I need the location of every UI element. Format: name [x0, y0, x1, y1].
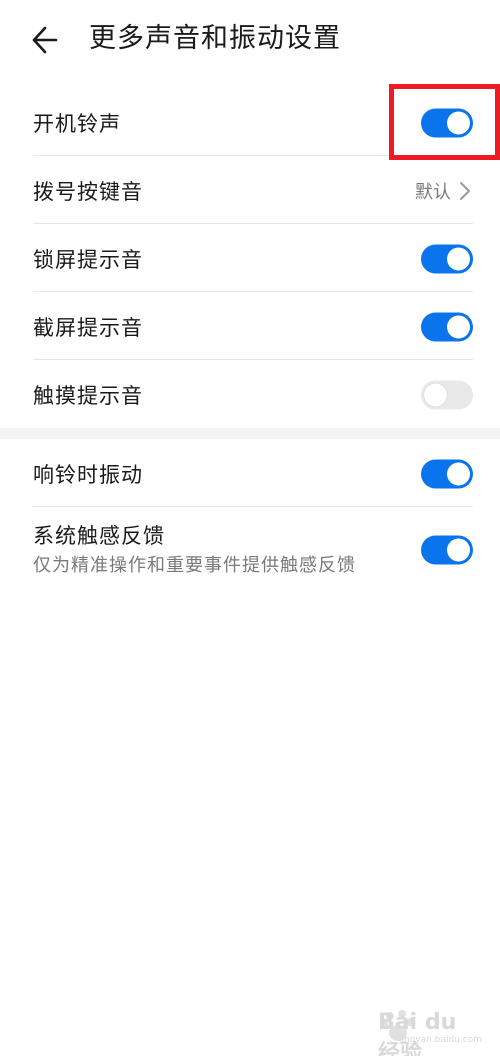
- header: 更多声音和振动设置: [0, 0, 500, 80]
- back-button[interactable]: [26, 20, 70, 60]
- setting-label: 触摸提示音: [33, 383, 143, 408]
- dial-tone-value[interactable]: 默认: [415, 179, 471, 203]
- setting-label: 系统触感反馈: [33, 524, 165, 548]
- vibrate-on-ring-toggle[interactable]: [421, 459, 473, 488]
- toggle-knob: [447, 462, 470, 485]
- setting-value: 默认: [415, 181, 451, 203]
- boot-ringtone-toggle[interactable]: [421, 108, 473, 137]
- haptic-feedback-toggle[interactable]: [421, 535, 473, 564]
- lock-sound-toggle[interactable]: [421, 244, 473, 273]
- setting-row-vibrate-on-ring[interactable]: 响铃时振动: [33, 440, 473, 507]
- page-title: 更多声音和振动设置: [89, 23, 341, 54]
- setting-label: 响铃时振动: [33, 462, 143, 487]
- divider: [33, 223, 473, 224]
- setting-row-boot-ringtone[interactable]: 开机铃声: [33, 89, 473, 156]
- divider: [33, 291, 473, 292]
- divider: [33, 359, 473, 360]
- section-separator: [0, 428, 500, 439]
- toggle-knob: [447, 315, 470, 338]
- toggle-knob: [447, 538, 470, 561]
- chevron-right-icon: [460, 181, 470, 200]
- setting-label: 拨号按键音: [33, 179, 143, 204]
- touch-sound-toggle[interactable]: [421, 380, 473, 409]
- toggle-knob: [424, 383, 447, 406]
- setting-row-screenshot-sound[interactable]: 截屏提示音: [33, 293, 473, 360]
- setting-label: 锁屏提示音: [33, 247, 143, 272]
- watermark-subtext: jingyan.baidu.com: [398, 1035, 482, 1045]
- watermark-logo: Bai du 经验 jingyan.baidu.com: [378, 1008, 488, 1056]
- setting-sublabel: 仅为精准操作和重要事件提供触感反馈: [33, 555, 356, 576]
- settings-page: 更多声音和振动设置 开机铃声 拨号按键音 默认 锁屏提示音 截屏提示音 触摸提示…: [0, 0, 500, 1056]
- setting-row-touch-sound[interactable]: 触摸提示音: [33, 361, 473, 428]
- watermark-text: Bai du 经验: [378, 1010, 457, 1056]
- toggle-knob: [447, 247, 470, 270]
- setting-label: 截屏提示音: [33, 315, 143, 340]
- setting-row-dial-tone[interactable]: 拨号按键音 默认: [33, 157, 473, 224]
- setting-label: 开机铃声: [33, 111, 121, 136]
- arrow-left-icon: [32, 26, 58, 54]
- setting-row-haptic-feedback[interactable]: 系统触感反馈 仅为精准操作和重要事件提供触感反馈: [33, 507, 473, 592]
- divider: [33, 155, 473, 156]
- setting-row-lock-sound[interactable]: 锁屏提示音: [33, 225, 473, 292]
- screenshot-sound-toggle[interactable]: [421, 312, 473, 341]
- toggle-knob: [447, 111, 470, 134]
